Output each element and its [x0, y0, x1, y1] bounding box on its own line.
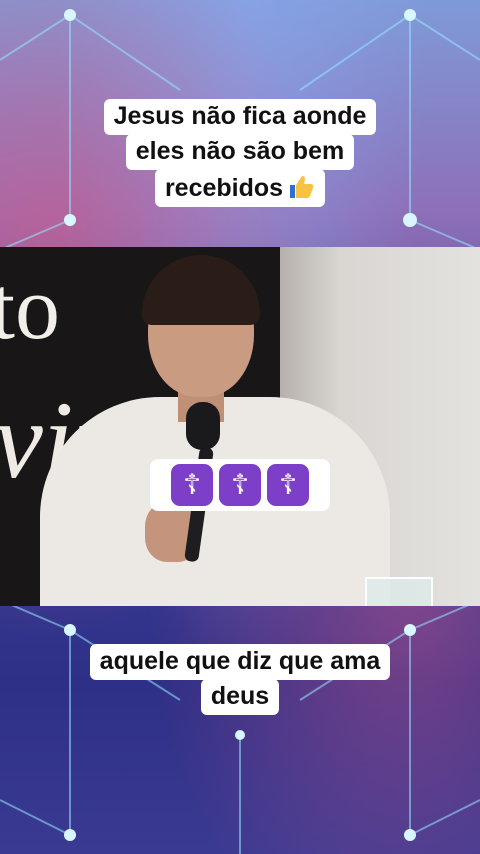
orthodox-cross-glyph: ☦ [278, 469, 298, 500]
emoji-row: ☦ ☦ ☦ [150, 459, 330, 511]
bottom-caption-line-1: aquele que diz que ama [89, 644, 391, 680]
video-frame[interactable]: to vin [0, 247, 480, 606]
orthodox-cross-icon: ☦ [219, 464, 261, 506]
thumbs-up-icon [290, 176, 314, 198]
top-caption-line-1: Jesus não fica aonde [103, 99, 377, 135]
banner-letters: to [0, 259, 61, 358]
orthodox-cross-icon: ☦ [267, 464, 309, 506]
orthodox-cross-glyph: ☦ [182, 469, 202, 500]
water-glass [365, 577, 433, 606]
orthodox-cross-glyph: ☦ [230, 469, 250, 500]
top-caption-line-3-text: recebidos [164, 174, 284, 202]
top-caption-line-2: eles não são bem [125, 134, 355, 170]
orthodox-cross-icon: ☦ [171, 464, 213, 506]
top-caption-line-3: recebidos [154, 169, 326, 207]
microphone-icon [186, 402, 220, 450]
speaker-hair [142, 255, 260, 325]
bottom-caption-line-2: deus [200, 679, 280, 715]
top-caption: Jesus não fica aonde eles não são bem re… [90, 99, 390, 207]
bottom-caption: aquele que diz que ama deus [75, 644, 405, 715]
